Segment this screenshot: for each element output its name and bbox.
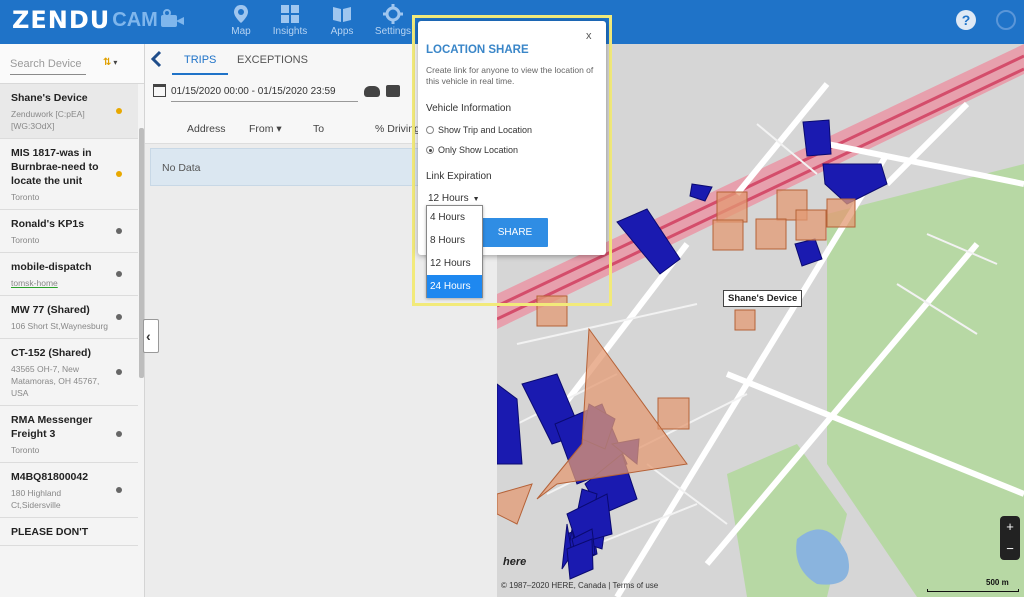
sort-icon[interactable]: ⇅ ▾ [103,57,117,68]
date-range-underline [171,101,358,102]
device-status-dot [116,108,122,114]
device-status-dot [116,171,122,177]
device-name: M4BQ81800042 [11,471,89,483]
map-copyright[interactable]: © 1987–2020 HERE, Canada | Terms of use [501,581,658,590]
device-search-input[interactable] [10,53,86,75]
logo-cam-text: CAM [112,8,158,31]
dropdown-option-8-hours[interactable]: 8 Hours [427,229,482,252]
device-location: tomsk-home [11,278,58,288]
book-icon [333,7,351,22]
date-range-field[interactable]: 01/15/2020 00:00 - 01/15/2020 23:59 [171,86,336,97]
device-list-item[interactable]: RMA Messenger Freight 3 Toronto [0,406,138,463]
device-list-item[interactable]: PLEASE DON'T [0,518,138,546]
device-location: 43565 OH-7, New Matamoras, OH 45767, USA [11,364,100,398]
device-status-dot [116,314,122,320]
close-icon[interactable]: x [586,30,592,42]
device-name: RMA Messenger Freight 3 [11,414,93,440]
radio-show-trip-and-location[interactable]: Show Trip and Location [426,125,532,135]
column-from[interactable]: From ▾ [249,123,282,135]
grid-icon [281,5,299,23]
device-search-row: ⇅▾ [0,44,144,84]
print-icon[interactable] [386,85,400,97]
device-status-dot [116,487,122,493]
modal-description: Create link for anyone to view the locat… [426,65,594,86]
expiration-dropdown: 4 Hours 8 Hours 12 Hours 24 Hours [426,205,483,298]
calendar-icon[interactable] [153,84,166,97]
zoom-control: + − [1000,516,1020,560]
device-name: Ronald's KP1s [11,218,85,230]
column-to[interactable]: To [313,123,324,135]
dropdown-option-12-hours[interactable]: 12 Hours [427,252,482,275]
map-scale-label: 500 m [986,578,1009,587]
tab-trips[interactable]: TRIPS [184,54,216,66]
device-name: Shane's Device [11,92,88,104]
map-pin-icon [234,5,248,23]
map-scale-bar [927,589,1019,592]
share-button[interactable]: SHARE [482,218,548,247]
device-sidebar: ⇅▾ Shane's Device Zenduwork [C:pEA][WG:3O… [0,44,145,597]
device-location: Toronto [11,445,40,455]
device-list-item[interactable]: Ronald's KP1s Toronto [0,210,138,253]
device-status-dot [116,431,122,437]
radio-label: Show Trip and Location [438,125,533,135]
device-list-item[interactable]: MW 77 (Shared) 106 Short St,Waynesburg [0,296,138,339]
active-tab-indicator [172,73,228,75]
device-name: mobile-dispatch [11,261,92,273]
zoom-out-button[interactable]: − [1000,538,1020,560]
device-location: 180 Highland Ct,Sidersville [11,488,62,510]
vehicle-info-label: Vehicle Information [426,103,512,114]
nav-settings-label: Settings [374,26,412,37]
device-name: PLEASE DON'T [11,526,89,538]
radio-only-show-location[interactable]: Only Show Location [426,145,518,155]
cloud-download-icon[interactable] [364,86,380,97]
device-location: Zenduwork [C:pEA][WG:3OdX] [11,109,85,131]
radio-label: Only Show Location [438,145,519,155]
nav-map[interactable]: Map [216,4,266,37]
device-map-label[interactable]: Shane's Device [723,290,803,307]
chevron-left-small-icon: ‹ [146,328,151,344]
device-name: CT-152 (Shared) [11,347,91,359]
link-expiration-select[interactable]: 12 Hours ▼ [428,193,480,204]
device-list-item[interactable]: CT-152 (Shared) 43565 OH-7, New Matamoras… [0,339,138,406]
nav-settings[interactable]: Settings [368,4,418,37]
device-list-item[interactable]: M4BQ81800042 180 Highland Ct,Sidersville [0,463,138,518]
camera-icon [160,9,187,29]
radio-button-selected[interactable] [426,146,434,154]
device-status-dot [116,271,122,277]
device-list-item[interactable]: mobile-dispatch tomsk-home [0,253,138,296]
column-address[interactable]: Address [187,123,226,135]
modal-title: LOCATION SHARE [426,44,529,56]
logo-text: ZENDU [12,6,111,34]
nav-apps[interactable]: Apps [317,4,367,37]
device-location: Toronto [11,192,40,202]
zoom-in-button[interactable]: + [1000,516,1020,538]
link-expiration-label: Link Expiration [426,171,492,182]
zenducam-logo[interactable]: ZENDU CAM [12,6,187,34]
power-icon[interactable] [996,10,1016,30]
device-list: Shane's Device Zenduwork [C:pEA][WG:3OdX]… [0,84,144,546]
gear-icon [383,4,403,24]
device-location: Toronto [11,235,40,245]
device-location: 106 Short St,Waynesburg [11,321,109,331]
chevron-left-icon[interactable] [149,50,163,68]
nav-apps-label: Apps [330,26,354,37]
device-list-item[interactable]: Shane's Device Zenduwork [C:pEA][WG:3OdX] [0,84,138,139]
caret-down-icon: ▼ [472,196,480,203]
select-value: 12 Hours [428,193,469,204]
device-list-item[interactable]: MIS 1817-was in Burnbrae-need to locate … [0,139,138,210]
device-status-dot [116,369,122,375]
dropdown-option-24-hours[interactable]: 24 Hours [427,275,482,298]
nav-insights-label: Insights [272,26,308,37]
help-icon[interactable]: ? [956,10,976,30]
here-logo: here [503,556,527,568]
dropdown-option-4-hours[interactable]: 4 Hours [427,206,482,229]
radio-button[interactable] [426,126,434,134]
nav-insights[interactable]: Insights [265,4,315,37]
device-status-dot [116,228,122,234]
tab-exceptions[interactable]: EXCEPTIONS [237,54,308,66]
device-name: MIS 1817-was in Burnbrae-need to locate … [11,147,99,187]
collapse-panel-button[interactable]: ‹ [143,319,159,353]
nav-map-label: Map [231,26,251,37]
device-name: MW 77 (Shared) [11,304,90,316]
